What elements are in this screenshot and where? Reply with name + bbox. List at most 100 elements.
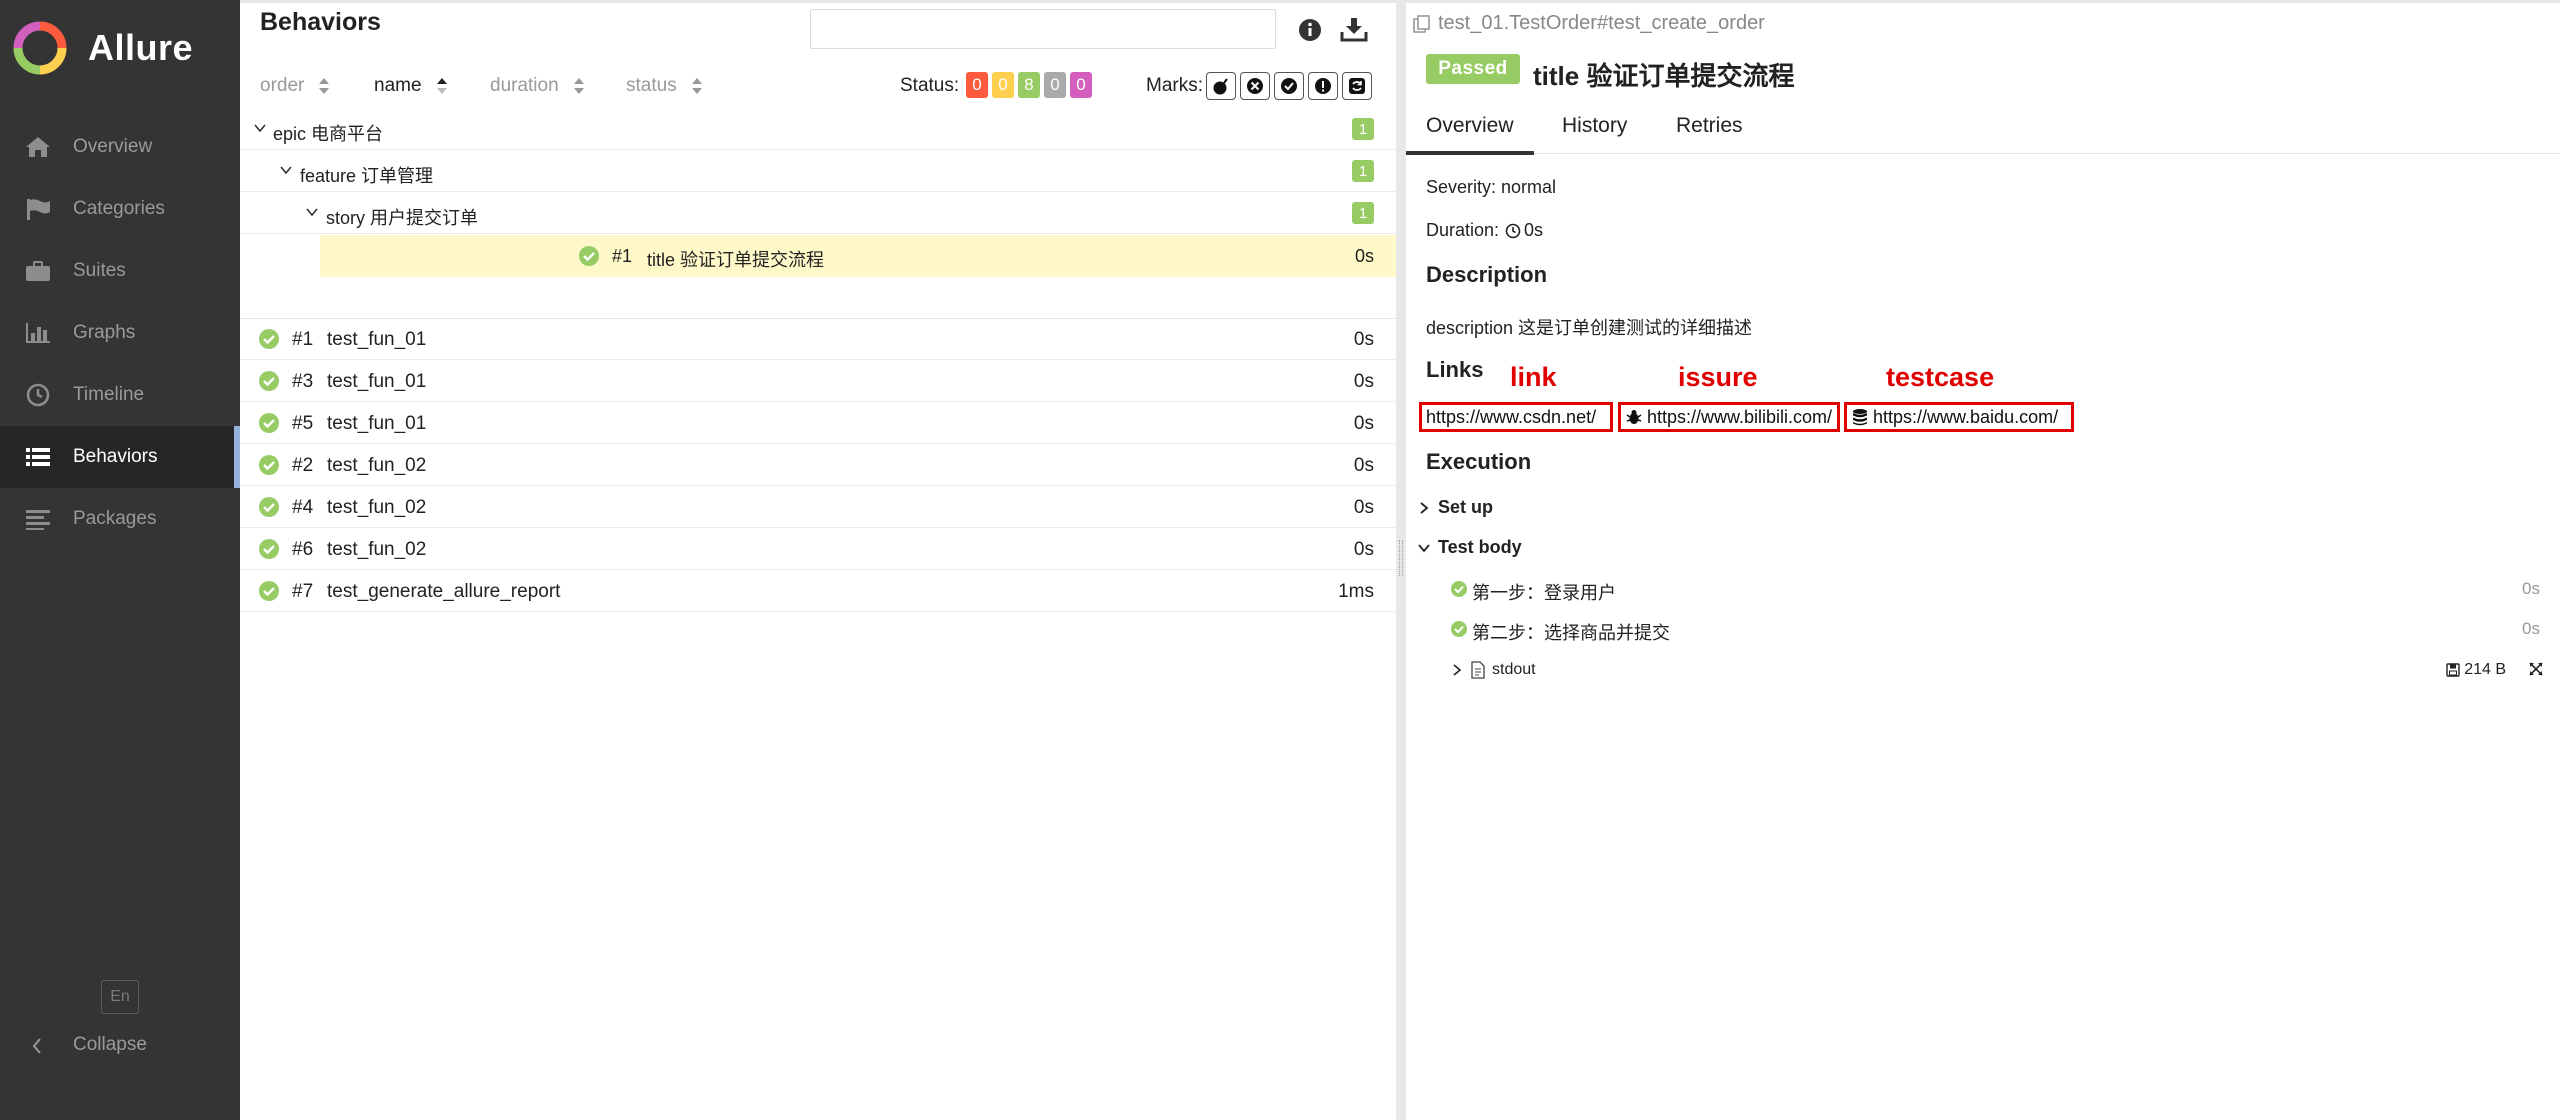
sidebar-item-label: Behaviors xyxy=(73,446,158,467)
test-number: #4 xyxy=(292,497,314,518)
issue-link[interactable]: https://www.bilibili.com/ xyxy=(1618,402,1840,432)
setup-section[interactable]: Set up xyxy=(1418,497,1493,518)
test-full-name[interactable]: test_01.TestOrder#test_create_order xyxy=(1412,12,1765,35)
tree-group-story[interactable]: story 用户提交订单 1 xyxy=(240,192,1396,234)
passed-icon xyxy=(259,497,279,517)
test-row[interactable]: #2 test_fun_02 0s xyxy=(240,444,1396,486)
tree-leaf-selected[interactable]: #1 title 验证订单提交流程 0s xyxy=(320,235,1396,277)
mark-new-failed-button[interactable] xyxy=(1240,72,1270,100)
brand-name: Allure xyxy=(88,27,194,68)
test-number: #6 xyxy=(292,539,314,560)
test-duration: 0s xyxy=(1353,455,1374,476)
passed-icon xyxy=(259,413,279,433)
tab-retries[interactable]: Retries xyxy=(1676,114,1743,138)
test-row[interactable]: #3 test_fun_01 0s xyxy=(240,360,1396,402)
database-icon xyxy=(1853,409,1867,426)
passed-icon xyxy=(259,581,279,601)
test-body-label: Test body xyxy=(1438,537,1522,557)
test-row[interactable]: #5 test_fun_01 0s xyxy=(240,402,1396,444)
sort-duration[interactable]: duration xyxy=(490,75,585,97)
test-number: #5 xyxy=(292,413,314,434)
splitter-grip[interactable] xyxy=(1399,540,1403,576)
sort-order[interactable]: order xyxy=(260,75,330,97)
test-row[interactable]: #1 test_fun_01 0s xyxy=(240,318,1396,360)
chevron-down-icon xyxy=(306,208,318,217)
tree-group-feature[interactable]: feature 订单管理 1 xyxy=(240,150,1396,192)
status-filter-label: Status: xyxy=(900,75,960,96)
status-unknown-badge[interactable]: 0 xyxy=(1070,72,1092,98)
download-icon[interactable] xyxy=(1340,16,1368,42)
tree-group-label: story 用户提交订单 xyxy=(326,208,479,228)
sidebar-item-suites[interactable]: Suites xyxy=(0,240,240,302)
mark-flaky-button[interactable] xyxy=(1206,72,1236,100)
test-duration: 0s xyxy=(1353,329,1374,350)
mark-retries-button[interactable] xyxy=(1342,72,1372,100)
chevron-down-icon xyxy=(1418,543,1430,552)
sidebar-item-categories[interactable]: Categories xyxy=(0,178,240,240)
step-label: 第一步：登录用户 xyxy=(1472,583,1616,603)
link-url[interactable]: https://www.csdn.net/ xyxy=(1419,402,1613,432)
exclamation-circle-icon xyxy=(1315,78,1331,94)
sidebar-item-label: Overview xyxy=(73,136,153,157)
search-input[interactable] xyxy=(810,9,1276,49)
sidebar-item-label: Graphs xyxy=(73,322,136,343)
check-circle-icon xyxy=(1281,78,1297,94)
brand[interactable]: Allure xyxy=(12,18,193,78)
status-failed-badge[interactable]: 0 xyxy=(966,72,988,98)
mark-new-passed-button[interactable] xyxy=(1274,72,1304,100)
mark-new-broken-button[interactable] xyxy=(1308,72,1338,100)
test-duration: 0s xyxy=(1353,539,1374,560)
sidebar-item-graphs[interactable]: Graphs xyxy=(0,302,240,364)
test-name: test_fun_02 xyxy=(327,539,427,560)
chevron-right-icon xyxy=(1420,501,1429,514)
sort-label: order xyxy=(260,75,305,96)
sidebar: Allure Overview Categories Suites Graphs xyxy=(0,0,240,1120)
status-skipped-badge[interactable]: 0 xyxy=(1044,72,1066,98)
home-icon xyxy=(24,135,52,159)
issue-url-text: https://www.bilibili.com/ xyxy=(1647,406,1833,427)
sort-name[interactable]: name xyxy=(374,75,448,97)
step-row[interactable]: 第二步：选择商品并提交 0s xyxy=(1442,615,2546,645)
attachment-row[interactable]: stdout 214 B xyxy=(1442,656,2546,684)
pane-splitter[interactable] xyxy=(1396,0,1406,1120)
step-row[interactable]: 第一步：登录用户 0s xyxy=(1442,575,2546,605)
passed-icon xyxy=(259,455,279,475)
sidebar-item-packages[interactable]: Packages xyxy=(0,488,240,550)
test-name: test_fun_01 xyxy=(327,413,427,434)
test-row[interactable]: #6 test_fun_02 0s xyxy=(240,528,1396,570)
test-duration: 0s xyxy=(1353,413,1374,434)
test-body-section[interactable]: Test body xyxy=(1418,537,1522,558)
info-icon[interactable] xyxy=(1298,18,1322,42)
collapse-button[interactable]: Collapse xyxy=(0,1028,240,1062)
sidebar-item-behaviors[interactable]: Behaviors xyxy=(0,426,240,488)
status-passed-badge[interactable]: 8 xyxy=(1018,72,1040,98)
language-switch[interactable]: En xyxy=(101,980,139,1014)
tab-overview[interactable]: Overview xyxy=(1406,114,1533,155)
tree-group-epic[interactable]: epic 电商平台 1 xyxy=(240,108,1396,150)
test-row[interactable]: #4 test_fun_02 0s xyxy=(240,486,1396,528)
expand-icon[interactable] xyxy=(2528,661,2544,677)
links-heading: Links xyxy=(1426,357,1484,382)
test-row[interactable]: #7 test_generate_allure_report 1ms xyxy=(240,570,1396,612)
status-broken-badge[interactable]: 0 xyxy=(992,72,1014,98)
annotation-testcase: testcase xyxy=(1886,362,1995,392)
copy-icon[interactable] xyxy=(1412,14,1432,34)
test-number: #7 xyxy=(292,581,314,602)
sidebar-item-timeline[interactable]: Timeline xyxy=(0,364,240,426)
sidebar-item-overview[interactable]: Overview xyxy=(0,116,240,178)
step-label: 第二步：选择商品并提交 xyxy=(1472,623,1670,643)
tab-history[interactable]: History xyxy=(1562,114,1627,138)
test-duration: 0s xyxy=(1354,246,1374,266)
collapse-label: Collapse xyxy=(73,1034,147,1055)
marks-filter-label: Marks: xyxy=(1146,75,1203,96)
sidebar-item-label: Packages xyxy=(73,508,157,529)
sort-asc-icon xyxy=(436,78,447,94)
sort-label: duration xyxy=(490,75,559,96)
sort-status[interactable]: status xyxy=(626,75,703,97)
test-number: #1 xyxy=(292,329,314,350)
testcase-link[interactable]: https://www.baidu.com/ xyxy=(1844,402,2074,432)
link-url-text: https://www.csdn.net/ xyxy=(1426,406,1597,427)
test-name: title 验证订单提交流程 xyxy=(647,250,825,270)
description-heading: Description xyxy=(1426,262,1548,287)
description-text: description 这是订单创建测试的详细描述 xyxy=(1426,318,1753,338)
